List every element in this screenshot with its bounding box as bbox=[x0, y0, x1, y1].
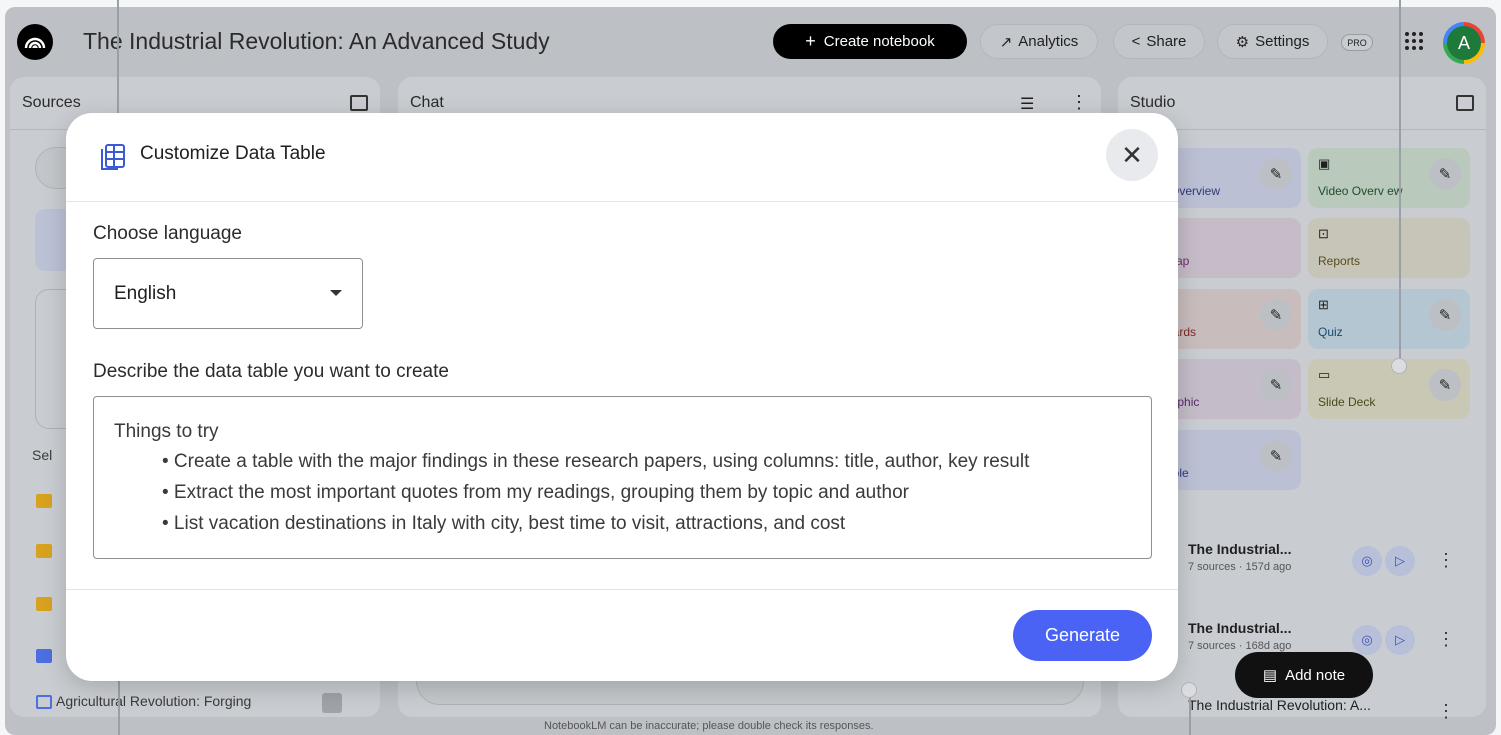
edit-icon[interactable]: ✎ bbox=[1260, 440, 1292, 472]
language-select[interactable]: English bbox=[93, 258, 363, 329]
suggestion-item: • Create a table with the major findings… bbox=[162, 451, 1030, 472]
play-icon[interactable]: ▷ bbox=[1385, 625, 1415, 655]
pdf-source-icon bbox=[36, 544, 52, 558]
add-note-label: Add note bbox=[1285, 666, 1346, 684]
source-checkbox[interactable] bbox=[322, 693, 342, 713]
suggestion-item: • List vacation destinations in Italy wi… bbox=[162, 513, 846, 534]
pro-badge: PRO bbox=[1341, 34, 1373, 51]
collapse-studio-icon[interactable] bbox=[1456, 95, 1474, 111]
slide-deck-tile[interactable]: ▭ Slide Deck ✎ bbox=[1308, 359, 1470, 419]
annotation-line bbox=[1399, 0, 1401, 366]
placeholder-suggestions: • Create a table with the major findings… bbox=[162, 451, 1029, 544]
source-item[interactable]: Agricultural Revolution: Forging bbox=[36, 693, 376, 715]
description-textarea[interactable]: Things to try • Create a table with the … bbox=[93, 396, 1152, 559]
avatar-initial: A bbox=[1447, 26, 1481, 60]
note-title: The Industrial Revolution: A... bbox=[1188, 697, 1371, 713]
dialog-title: Customize Data Table bbox=[140, 143, 326, 164]
quiz-icon: ⊞ bbox=[1318, 297, 1329, 312]
tile-label: Quiz bbox=[1318, 325, 1343, 339]
edit-icon[interactable]: ✎ bbox=[1260, 369, 1292, 401]
apps-grid-icon[interactable] bbox=[1403, 30, 1425, 52]
quiz-tile[interactable]: ⊞ Quiz ✎ bbox=[1308, 289, 1470, 349]
more-vert-icon[interactable]: ⋮ bbox=[1070, 92, 1088, 113]
generate-button[interactable]: Generate bbox=[1013, 610, 1152, 661]
describe-label: Describe the data table you want to crea… bbox=[93, 361, 449, 382]
edit-icon[interactable]: ✎ bbox=[1429, 369, 1461, 401]
dropdown-arrow-icon bbox=[330, 290, 342, 296]
avatar[interactable]: A bbox=[1443, 22, 1485, 64]
note-title: The Industrial... bbox=[1188, 541, 1292, 557]
reports-tile[interactable]: ⊡ Reports bbox=[1308, 218, 1470, 278]
placeholder-heading: Things to try bbox=[114, 421, 219, 442]
create-notebook-button[interactable]: + Create notebook bbox=[773, 24, 967, 59]
share-button[interactable]: < Share bbox=[1113, 24, 1205, 59]
dialog-divider bbox=[66, 589, 1178, 590]
studio-note-item[interactable]: The Industrial... 7 sources · 157d ago bbox=[1188, 541, 1291, 573]
sources-title: Sources bbox=[22, 94, 81, 111]
source-item-label: Agricultural Revolution: Forging bbox=[56, 693, 252, 709]
notebook-title[interactable]: The Industrial Revolution: An Advanced S… bbox=[83, 28, 550, 55]
annotation-dot bbox=[1181, 682, 1197, 698]
play-icon[interactable]: ▷ bbox=[1385, 546, 1415, 576]
customize-data-table-dialog: Customize Data Table ✕ Choose language E… bbox=[66, 113, 1178, 681]
reports-icon: ⊡ bbox=[1318, 226, 1329, 241]
note-meta: 7 sources · 157d ago bbox=[1188, 561, 1292, 573]
select-all-label: Sel bbox=[32, 447, 53, 463]
top-bar: The Industrial Revolution: An Advanced S… bbox=[5, 7, 1496, 73]
data-table-icon bbox=[101, 144, 125, 170]
more-vert-icon[interactable]: ⋮ bbox=[1437, 629, 1455, 650]
note-icon: ▤ bbox=[1262, 667, 1278, 684]
pdf-source-icon bbox=[36, 494, 52, 508]
analytics-button[interactable]: ↗ Analytics bbox=[980, 24, 1098, 59]
tile-label: Video Overv ew bbox=[1318, 184, 1403, 198]
collapse-panel-icon[interactable] bbox=[350, 95, 368, 111]
annotation-dot bbox=[1391, 358, 1407, 374]
add-note-button[interactable]: ▤ Add note bbox=[1235, 652, 1373, 698]
plus-icon: + bbox=[805, 31, 816, 51]
tile-label: Reports bbox=[1318, 254, 1361, 268]
video-icon: ▣ bbox=[1318, 156, 1331, 171]
language-value: English bbox=[114, 283, 177, 304]
gear-icon: ⚙ bbox=[1235, 33, 1250, 51]
edit-icon[interactable]: ✎ bbox=[1260, 299, 1292, 331]
notebooklm-logo-icon[interactable] bbox=[17, 24, 53, 60]
video-overview-tile[interactable]: ▣ Video Overv ew ✎ bbox=[1308, 148, 1470, 208]
language-label: Choose language bbox=[93, 223, 242, 244]
edit-icon[interactable]: ✎ bbox=[1429, 299, 1461, 331]
interactive-icon[interactable]: ◎ bbox=[1352, 546, 1382, 576]
share-icon: < bbox=[1131, 33, 1141, 50]
doc-source-icon bbox=[36, 695, 52, 709]
slides-icon: ▭ bbox=[1318, 367, 1331, 382]
share-label: Share bbox=[1146, 33, 1187, 50]
text-source-icon bbox=[36, 649, 52, 663]
dialog-divider bbox=[66, 201, 1178, 202]
interactive-icon[interactable]: ◎ bbox=[1352, 625, 1382, 655]
chat-title: Chat bbox=[410, 94, 444, 111]
close-icon[interactable]: ✕ bbox=[1106, 129, 1158, 181]
studio-title: Studio bbox=[1130, 94, 1176, 111]
edit-icon[interactable]: ✎ bbox=[1429, 158, 1461, 190]
disclaimer-text: NotebookLM can be inaccurate; please dou… bbox=[544, 720, 874, 732]
tile-label: Slide Deck bbox=[1318, 395, 1376, 409]
note-meta: 7 sources · 168d ago bbox=[1188, 640, 1292, 652]
tune-icon[interactable]: ☰ bbox=[1020, 94, 1034, 114]
note-title: The Industrial... bbox=[1188, 620, 1292, 636]
more-vert-icon[interactable]: ⋮ bbox=[1437, 701, 1455, 722]
edit-icon[interactable]: ✎ bbox=[1260, 158, 1292, 190]
more-vert-icon[interactable]: ⋮ bbox=[1437, 550, 1455, 571]
suggestion-item: • Extract the most important quotes from… bbox=[162, 482, 909, 503]
settings-label: Settings bbox=[1255, 33, 1310, 50]
studio-note-item[interactable]: The Industrial Revolution: A... bbox=[1188, 697, 1371, 713]
analytics-label: Analytics bbox=[1018, 33, 1079, 50]
studio-note-item[interactable]: The Industrial... 7 sources · 168d ago bbox=[1188, 620, 1291, 652]
settings-button[interactable]: ⚙ Settings bbox=[1217, 24, 1328, 59]
create-notebook-label: Create notebook bbox=[823, 33, 935, 50]
pdf-source-icon bbox=[36, 597, 52, 611]
trending-icon: ↗ bbox=[999, 33, 1013, 51]
